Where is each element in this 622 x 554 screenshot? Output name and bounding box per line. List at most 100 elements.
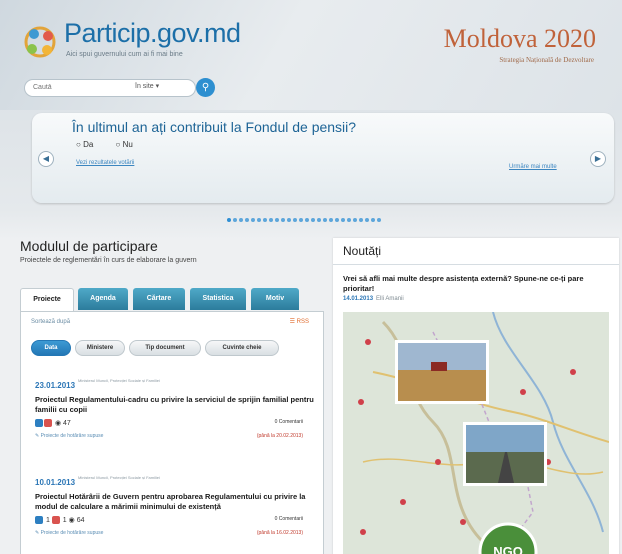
site-tagline: Aici spui guvernului cum ai fi mai bine bbox=[66, 51, 183, 58]
slider-dot[interactable] bbox=[305, 218, 309, 222]
pdf-icon[interactable] bbox=[44, 419, 52, 428]
next-arrow-icon[interactable]: ▶ bbox=[590, 151, 606, 167]
slider-dot[interactable] bbox=[227, 218, 231, 222]
tab-cartare[interactable]: Cărtare bbox=[133, 288, 185, 310]
slider-dots bbox=[227, 209, 383, 222]
item-category-link[interactable]: Proiecte de hotărâre supuse bbox=[41, 530, 104, 536]
doc-icon[interactable] bbox=[35, 516, 43, 525]
slider-dot[interactable] bbox=[365, 218, 369, 222]
tab-statistica[interactable]: Statistica bbox=[190, 288, 246, 310]
news-date: 14.01.2013 bbox=[343, 296, 374, 302]
pdf-count: 1 bbox=[62, 517, 67, 524]
search-input[interactable] bbox=[33, 81, 123, 93]
pdf-icon[interactable] bbox=[51, 516, 60, 525]
filter-cuvinte-cheie[interactable]: Cuvinte cheie bbox=[205, 340, 279, 356]
tab-motiv[interactable]: Motiv bbox=[251, 288, 299, 310]
poll-options: ○ Da ○ Nu bbox=[76, 140, 153, 149]
site-title[interactable]: Particip.gov.md bbox=[64, 18, 241, 49]
list-item: 10.01.2013Ministerul Muncii, Protecției … bbox=[35, 472, 315, 536]
slider-dot[interactable] bbox=[335, 218, 339, 222]
slider-dot[interactable] bbox=[377, 218, 381, 222]
item-title-link[interactable]: Proiectul Regulamentului-cadru cu privir… bbox=[35, 395, 315, 415]
doc-count: 1 bbox=[45, 517, 50, 524]
views-count: 64 bbox=[76, 517, 85, 524]
slider-dot[interactable] bbox=[371, 218, 375, 222]
item-meta: 1 1 ◉ 64 0 Comentarii bbox=[35, 516, 315, 528]
tab-agenda[interactable]: Agenda bbox=[78, 288, 128, 310]
item-department: Ministerul Muncii, Protecției Sociale și… bbox=[78, 474, 160, 480]
harvest-photo[interactable] bbox=[395, 340, 489, 404]
search-scope-label: în site bbox=[135, 83, 154, 90]
slider-dot[interactable] bbox=[341, 218, 345, 222]
comments-count[interactable]: 0 Comentarii bbox=[275, 419, 303, 425]
slider-dot[interactable] bbox=[329, 218, 333, 222]
poll-more-link[interactable]: Urmăre mai multe bbox=[509, 164, 557, 170]
participation-title: Modulul de participare bbox=[20, 238, 158, 254]
item-department: Ministerul Muncii, Protecției Sociale și… bbox=[78, 377, 160, 383]
participation-tabs: Proiecte Agenda Cărtare Statistica Motiv bbox=[20, 288, 322, 312]
moldova-2020-logo[interactable]: Moldova 2020 bbox=[444, 24, 596, 54]
item-meta: ◉ 47 0 Comentarii bbox=[35, 419, 315, 431]
slider-dot[interactable] bbox=[359, 218, 363, 222]
header: Particip.gov.md Aici spui guvernului cum… bbox=[0, 0, 622, 110]
poll-option-da-label: Da bbox=[83, 140, 94, 149]
filter-tip-document[interactable]: Tip document bbox=[129, 340, 201, 356]
prev-arrow-icon[interactable]: ◀ bbox=[38, 151, 54, 167]
tab-proiecte[interactable]: Proiecte bbox=[20, 288, 74, 312]
slider-dot[interactable] bbox=[245, 218, 249, 222]
item-category-link[interactable]: Proiecte de hotărâre supuse bbox=[41, 433, 104, 439]
news-headline-link[interactable]: Vrei să afli mai multe despre asistența … bbox=[343, 274, 613, 294]
slider-dot[interactable] bbox=[323, 218, 327, 222]
slider-dot[interactable] bbox=[287, 218, 291, 222]
views-count: 47 bbox=[63, 420, 71, 427]
participation-subtitle: Proiectele de reglementări în curs de el… bbox=[20, 257, 197, 264]
filter-ministere[interactable]: Ministere bbox=[75, 340, 125, 356]
slider-dot[interactable] bbox=[275, 218, 279, 222]
filter-data[interactable]: Data bbox=[31, 340, 71, 356]
search-box: în site ▾ bbox=[24, 79, 196, 97]
road-photo[interactable] bbox=[463, 422, 547, 486]
views-icon: ◉ bbox=[54, 420, 62, 427]
search-scope-select[interactable]: în site ▾ bbox=[135, 82, 159, 90]
moldova-map-icon: NGO bbox=[343, 312, 609, 554]
poll-option-nu[interactable]: ○ Nu bbox=[116, 140, 143, 149]
slider-dot[interactable] bbox=[311, 218, 315, 222]
item-deadline: (până la 16.02.2013) bbox=[256, 530, 303, 536]
slider-dot[interactable] bbox=[263, 218, 267, 222]
item-category: ✎ Proiecte de hotărâre supuse (până la 2… bbox=[35, 433, 315, 439]
list-item: 23.01.2013Ministerul Muncii, Protecției … bbox=[35, 375, 315, 439]
item-date: 23.01.2013 bbox=[35, 381, 76, 390]
slider-dot[interactable] bbox=[281, 218, 285, 222]
slider-dot[interactable] bbox=[347, 218, 351, 222]
slider-dot[interactable] bbox=[233, 218, 237, 222]
news-map-image[interactable]: NGO bbox=[343, 312, 609, 554]
slider-dot[interactable] bbox=[317, 218, 321, 222]
slider-dot[interactable] bbox=[251, 218, 255, 222]
participation-logo-icon[interactable] bbox=[20, 22, 60, 62]
rss-link[interactable]: ☰ RSS bbox=[290, 318, 309, 325]
rss-label: RSS bbox=[296, 319, 309, 325]
doc-icon[interactable] bbox=[35, 419, 43, 428]
poll-question: În ultimul an ați contribuit la Fondul d… bbox=[72, 119, 357, 135]
poll-banner: ◀ ▶ În ultimul an ați contribuit la Fond… bbox=[32, 113, 614, 203]
poll-results-link[interactable]: Vezi rezultatele votării bbox=[76, 160, 134, 166]
slider-dot[interactable] bbox=[269, 218, 273, 222]
slider-dot[interactable] bbox=[293, 218, 297, 222]
news-meta: 14.01.2013 Elli Amanii bbox=[343, 296, 404, 302]
projects-panel: Sortează după ☰ RSS Data Ministere Tip d… bbox=[20, 311, 324, 554]
slider-dot[interactable] bbox=[239, 218, 243, 222]
poll-option-da[interactable]: ○ Da bbox=[76, 140, 103, 149]
search-button[interactable]: ⚲ bbox=[196, 78, 215, 97]
item-deadline: (până la 20.02.2013) bbox=[256, 433, 303, 439]
slider-dot[interactable] bbox=[353, 218, 357, 222]
item-title-link[interactable]: Proiectul Hotărârii de Guvern pentru apr… bbox=[35, 492, 315, 512]
ngo-badge-text: NGO bbox=[493, 544, 523, 554]
item-category: ✎ Proiecte de hotărâre supuse (până la 1… bbox=[35, 530, 315, 536]
search-icon: ⚲ bbox=[201, 82, 210, 93]
comments-count[interactable]: 0 Comentarii bbox=[275, 516, 303, 522]
slider-dot[interactable] bbox=[299, 218, 303, 222]
item-date: 10.01.2013 bbox=[35, 478, 76, 487]
category-icon: ✎ bbox=[35, 530, 40, 536]
page: Particip.gov.md Aici spui guvernului cum… bbox=[0, 0, 622, 554]
slider-dot[interactable] bbox=[257, 218, 261, 222]
